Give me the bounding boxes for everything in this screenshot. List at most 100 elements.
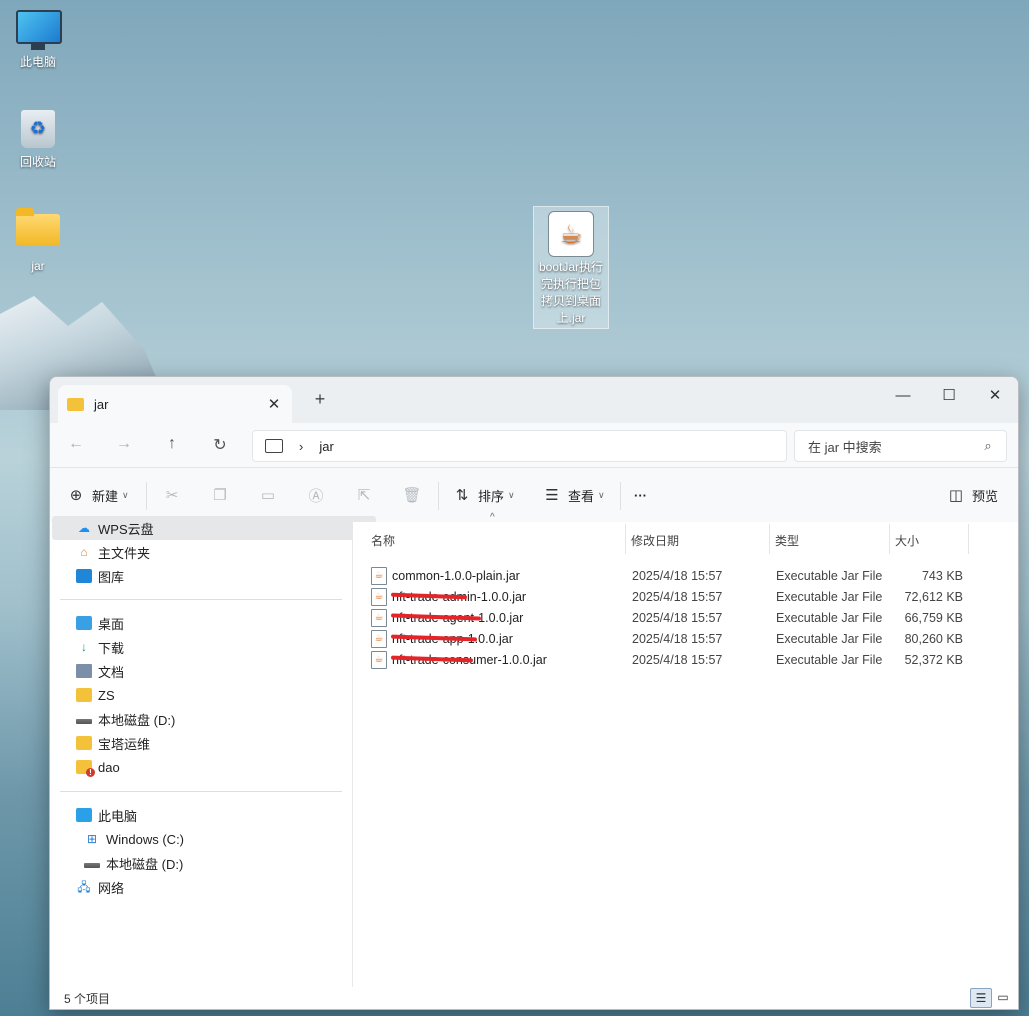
cloud-icon: ☁ — [78, 521, 90, 535]
nav-item-zs[interactable]: ZS — [50, 683, 376, 707]
copy-icon: ❐ — [213, 487, 227, 504]
java-jar-icon: ☕ — [371, 587, 387, 606]
nav-item-drive-d[interactable]: 本地磁盘 (D:) — [50, 707, 376, 731]
desktop-icon-this-pc[interactable]: 此电脑 — [2, 10, 74, 70]
clipboard-icon: ▭ — [260, 487, 276, 504]
preview-button[interactable]: ◫ 预览 — [946, 484, 998, 506]
nav-divider — [60, 791, 342, 792]
sort-indicator-icon: ^ — [490, 512, 495, 523]
file-size: 72,612 KB — [904, 589, 963, 604]
nav-item-drive-d-pc[interactable]: 本地磁盘 (D:) — [50, 851, 384, 875]
title-bar: jar ✕ + — ☐ ✕ — [50, 377, 1018, 423]
desktop-icon-label: 回收站 — [19, 155, 56, 169]
breadcrumb-jar[interactable]: jar — [319, 439, 333, 454]
status-bar: 5 个项目 ☰ ▭ — [50, 987, 1018, 1009]
nav-item-label: Windows (C:) — [106, 831, 185, 847]
file-size: 80,260 KB — [904, 631, 963, 646]
scissors-icon: ✂ — [165, 487, 179, 504]
paste-button[interactable]: ▭ — [258, 484, 278, 506]
nav-item-label: dao — [98, 759, 120, 775]
plus-circle-icon: ⊕ — [69, 487, 83, 504]
chevron-down-icon: ∨ — [598, 489, 605, 500]
nav-item-documents[interactable]: 文档 📌 — [50, 659, 376, 683]
chevron-right-icon[interactable]: › — [299, 439, 303, 454]
drive-icon — [84, 862, 100, 868]
maximize-button[interactable]: ☐ — [926, 383, 972, 409]
more-options-button[interactable]: ··· — [634, 484, 647, 506]
nav-item-label: 主文件夹 — [98, 545, 151, 561]
drive-icon — [76, 718, 92, 724]
nav-item-desktop[interactable]: 桌面 📌 — [50, 611, 376, 635]
nav-item-home[interactable]: ⌂ 主文件夹 — [50, 540, 376, 564]
file-type: Executable Jar File — [776, 568, 883, 583]
file-row[interactable]: ☕ common-1.0.0-plain.jar 2025/4/18 15:57… — [371, 565, 971, 586]
nav-item-network[interactable]: 🖧 网络 — [50, 875, 376, 899]
forward-button[interactable]: → — [112, 435, 136, 453]
view-button[interactable]: ☰ 查看 ∨ — [542, 484, 605, 506]
nav-item-label: WPS云盘 — [98, 521, 154, 537]
file-row[interactable]: ☕ nft-trade-admin-1.0.0.jar 2025/4/18 15… — [371, 586, 971, 607]
nav-item-label: 宝塔运维 — [98, 736, 151, 752]
file-type: Executable Jar File — [776, 610, 883, 625]
nav-item-label: 本地磁盘 (D:) — [106, 856, 184, 872]
new-tab-button[interactable]: + — [308, 389, 332, 410]
nav-item-downloads[interactable]: ↓ 下载 📌 — [50, 635, 376, 659]
file-size: 66,759 KB — [904, 610, 963, 625]
address-bar[interactable]: › jar — [252, 430, 787, 462]
folder-icon — [76, 688, 92, 702]
close-button[interactable]: ✕ — [972, 383, 1018, 409]
pc-icon — [76, 808, 92, 822]
search-box[interactable]: 在 jar 中搜索 ⌕ — [794, 430, 1007, 462]
copy-button[interactable]: ❐ — [210, 484, 230, 506]
download-icon: ↓ — [81, 640, 87, 654]
folder-icon — [67, 397, 84, 411]
view-label: 查看 — [568, 488, 595, 504]
desktop-icon-label: bootJar执行完执行把包拷贝到桌面上.jar — [538, 260, 604, 325]
desktop-icon-recycle-bin[interactable]: ♻ 回收站 — [2, 110, 74, 170]
search-input[interactable]: 在 jar 中搜索 — [808, 437, 978, 456]
java-jar-icon: ☕ — [371, 629, 387, 648]
tab-close-button[interactable]: ✕ — [262, 395, 286, 413]
column-header-type[interactable]: 类型 — [775, 532, 799, 549]
nav-item-drive-c[interactable]: ⊞ Windows (C:) — [50, 827, 384, 851]
rename-button[interactable]: Ⓐ — [306, 484, 326, 506]
tab-jar[interactable]: jar ✕ — [58, 385, 292, 423]
desktop-icon-java-file[interactable]: ☕ bootJar执行完执行把包拷贝到桌面上.jar — [533, 206, 609, 329]
folder-icon — [16, 208, 60, 254]
column-header-name[interactable]: 名称 — [371, 532, 395, 549]
nav-item-dao[interactable]: dao — [50, 755, 376, 779]
desktop-icon-jar-folder[interactable]: jar — [2, 208, 74, 274]
preview-label: 预览 — [972, 488, 999, 504]
gallery-icon — [76, 569, 92, 583]
file-row[interactable]: ☕ nft-trade-agent-1.0.0.jar 2025/4/18 15… — [371, 607, 971, 628]
details-view-button[interactable]: ☰ — [970, 988, 992, 1008]
sort-button[interactable]: ⇅ 排序 ∨ — [452, 484, 515, 506]
new-button[interactable]: ⊕ 新建 ∨ — [66, 484, 129, 506]
rename-icon: Ⓐ — [308, 487, 324, 505]
nav-item-gallery[interactable]: 图库 — [50, 564, 376, 588]
column-header-date[interactable]: 修改日期 — [631, 532, 679, 549]
tab-label: jar — [94, 396, 109, 412]
windows-drive-icon: ⊞ — [86, 832, 98, 846]
up-button[interactable]: ↑ — [160, 435, 184, 453]
share-button[interactable]: ⇱ — [354, 484, 374, 506]
minimize-button[interactable]: — — [880, 383, 926, 409]
item-count: 5 个项目 — [64, 992, 111, 1006]
tiles-view-button[interactable]: ▭ — [993, 988, 1013, 1006]
nav-item-this-pc[interactable]: 此电脑 — [50, 803, 376, 827]
refresh-button[interactable]: ↻ — [208, 435, 232, 455]
navigation-pane: ☁ WPS云盘 ⌂ 主文件夹 图库 桌面 📌 ↓ 下载 📌 — [50, 516, 376, 989]
delete-button[interactable]: 🗑 — [402, 484, 422, 506]
file-row[interactable]: ☕ nft-trade-consumer-1.0.0.jar 2025/4/18… — [371, 649, 971, 670]
cut-button[interactable]: ✂ — [162, 484, 182, 506]
nav-item-baota[interactable]: 宝塔运维 — [50, 731, 376, 755]
back-button[interactable]: ← — [64, 435, 88, 453]
file-type: Executable Jar File — [776, 652, 883, 667]
preview-pane-icon: ◫ — [948, 487, 964, 504]
file-name: common-1.0.0-plain.jar — [392, 568, 520, 583]
column-header-size[interactable]: 大小 — [895, 532, 919, 549]
network-icon: 🖧 — [77, 880, 91, 894]
file-row[interactable]: ☕ nft-trade-app-1.0.0.jar 2025/4/18 15:5… — [371, 628, 971, 649]
nav-item-wps-cloud[interactable]: ☁ WPS云盘 — [52, 516, 376, 540]
search-icon: ⌕ — [984, 438, 992, 453]
